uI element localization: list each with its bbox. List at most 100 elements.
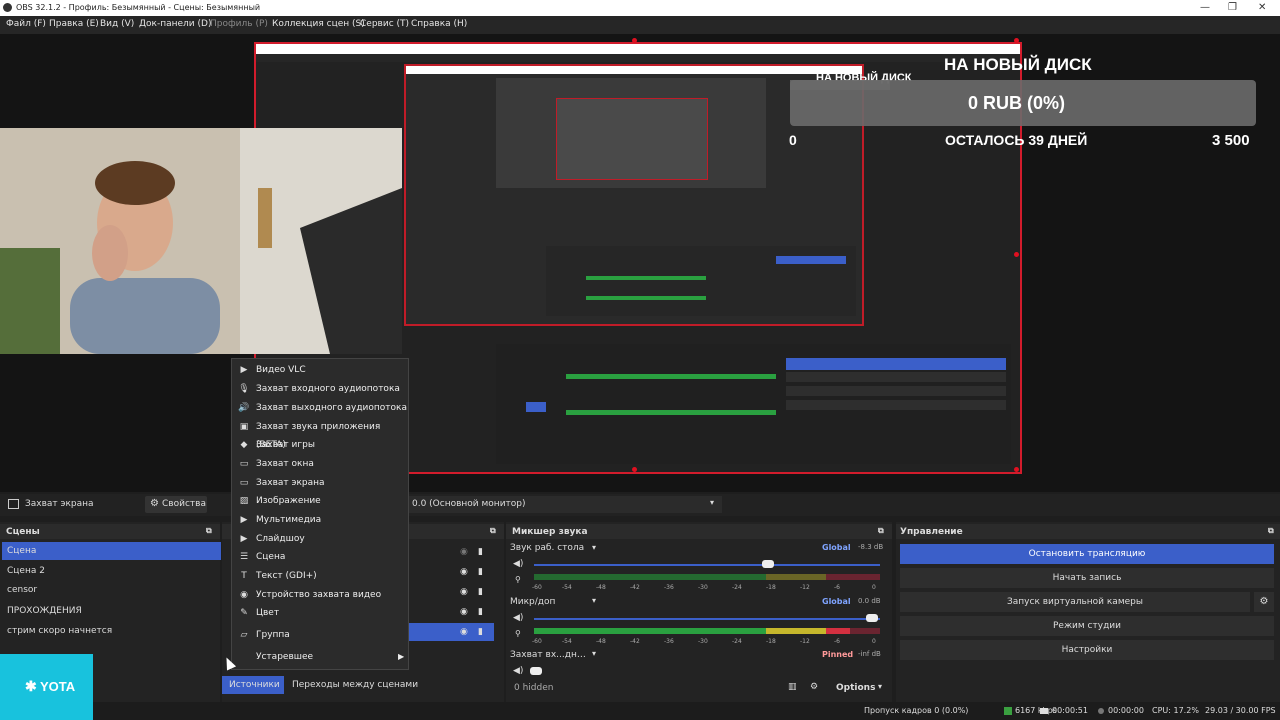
mixer-track-badge[interactable]: Global	[822, 597, 851, 606]
scene-item[interactable]: ПРОХОЖДЕНИЯ	[2, 602, 221, 620]
scene-item[interactable]: стрим скоро начнется	[2, 622, 221, 640]
nested-meter	[586, 276, 706, 280]
menu-item-text[interactable]: T Текст (GDI+)	[232, 567, 408, 585]
menu-item-media[interactable]: ▶ Мультимедиа	[232, 511, 408, 529]
menu-tools[interactable]: Сервис (T)	[360, 19, 409, 29]
eye-icon[interactable]: ◉	[460, 567, 468, 577]
chevron-down-icon[interactable]: ▾	[592, 596, 596, 605]
studio-mode-button[interactable]: Режим студии	[900, 616, 1274, 636]
menu-item-app-audio[interactable]: ▣ Захват звука приложения (BETA)	[232, 418, 408, 450]
window-title: OBS 32.1.2 - Профиль: Безымянный - Сцены…	[16, 3, 261, 12]
lock-icon[interactable]: ▮	[478, 627, 483, 637]
lock-icon[interactable]: ▮	[478, 567, 483, 577]
level-meter-yellow	[766, 574, 826, 580]
settings-button[interactable]: Настройки	[900, 640, 1274, 660]
scale-tick: -48	[596, 584, 606, 591]
volume-slider-handle[interactable]	[866, 614, 878, 622]
menu-item-vlc-video[interactable]: ▶ Видео VLC	[232, 361, 408, 379]
menu-help[interactable]: Справка (H)	[411, 19, 467, 29]
scale-tick: -18	[766, 638, 776, 645]
menu-item-color[interactable]: ✎ Цвет	[232, 604, 408, 622]
tab-scene-transitions[interactable]: Переходы между сценами	[292, 680, 418, 690]
record-icon	[1098, 708, 1104, 714]
scale-tick: -54	[562, 584, 572, 591]
gear-icon[interactable]: ⚙	[810, 682, 818, 692]
menu-item-slideshow[interactable]: ▶ Слайдшоу	[232, 530, 408, 548]
eye-icon[interactable]: ◉	[460, 607, 468, 617]
volume-slider-handle[interactable]	[530, 667, 542, 675]
monitor-icon	[8, 499, 19, 509]
chevron-down-icon[interactable]: ▾	[592, 649, 596, 658]
transform-handle[interactable]	[1014, 467, 1019, 472]
layout-toggle-icon[interactable]: ▥	[788, 682, 797, 692]
menu-item-image[interactable]: ▨ Изображение	[232, 492, 408, 510]
stop-streaming-button[interactable]: Остановить трансляцию	[900, 544, 1274, 564]
scene-item[interactable]: Сцена 2	[2, 562, 221, 580]
lock-icon[interactable]: ▮	[478, 547, 483, 557]
mic-icon: 🎙	[238, 384, 250, 394]
undock-icon[interactable]: ⧉	[490, 526, 496, 536]
nested-docks	[496, 344, 1011, 464]
scale-tick: -60	[532, 638, 542, 645]
mixer-track-badge[interactable]: Pinned	[822, 650, 853, 659]
chevron-down-icon[interactable]: ▾	[592, 543, 596, 552]
volume-slider-track[interactable]	[534, 618, 880, 620]
add-source-context-menu: ▶ Видео VLC 🎙 Захват входного аудиопотока …	[231, 358, 409, 670]
menu-item-video-capture-device[interactable]: ◉ Устройство захвата видео	[232, 586, 408, 604]
speaker-icon[interactable]: ◀)	[513, 559, 523, 569]
eye-icon[interactable]: ◉	[460, 587, 468, 597]
menu-item-scene[interactable]: ☰ Сцена	[232, 548, 408, 566]
undock-icon[interactable]: ⧉	[878, 526, 884, 536]
menu-edit[interactable]: Правка (E)	[49, 19, 99, 29]
mixer-track-badge[interactable]: Global	[822, 543, 851, 552]
scale-tick: 0	[872, 584, 876, 591]
nested-preview-deep	[556, 98, 708, 180]
nested-button	[786, 386, 1006, 396]
minimize-button[interactable]: —	[1200, 2, 1210, 13]
start-recording-button[interactable]: Начать запись	[900, 568, 1274, 588]
undock-icon[interactable]: ⧉	[206, 526, 212, 536]
mixer-menu-icon[interactable]: ⚲	[515, 575, 521, 584]
monitor-select[interactable]: 0.0 (Основной монитор) ▾	[408, 496, 722, 513]
scene-item[interactable]: Сцена	[2, 542, 221, 560]
menu-item-group[interactable]: ▱ Группа	[232, 626, 408, 644]
menu-item-audio-input[interactable]: 🎙 Захват входного аудиопотока	[232, 380, 408, 398]
menu-item-deprecated[interactable]: Устаревшее ▶	[232, 648, 408, 666]
status-bar: Пропуск кадров 0 (0.0%) 6167 kbps 00:00:…	[0, 702, 1280, 720]
eye-icon[interactable]: ◉	[460, 547, 468, 557]
lock-icon[interactable]: ▮	[478, 587, 483, 597]
source-toolbar: Захват экрана ⚙ Свойства 0.0 (Основной м…	[0, 494, 1280, 516]
menu-file[interactable]: Файл (F)	[6, 19, 46, 29]
scenes-title: Сцены	[6, 527, 40, 537]
scene-item[interactable]: censor	[2, 581, 221, 599]
undock-icon[interactable]: ⧉	[1268, 526, 1274, 536]
mixer-menu-icon[interactable]: ⚲	[515, 629, 521, 638]
mixer-options-button[interactable]: Options	[836, 683, 875, 693]
lock-icon[interactable]: ▮	[478, 607, 483, 617]
menu-scene-collection[interactable]: Коллекция сцен (S)	[272, 19, 365, 29]
tab-sources[interactable]: Источники	[222, 676, 284, 694]
transform-handle[interactable]	[632, 38, 637, 43]
menu-view[interactable]: Вид (V)	[100, 19, 134, 29]
transform-handle[interactable]	[632, 467, 637, 472]
volume-slider-handle[interactable]	[762, 560, 774, 568]
menu-item-game-capture[interactable]: ◆ Захват игры	[232, 436, 408, 454]
chevron-down-icon[interactable]: ▾	[878, 682, 882, 691]
menu-item-audio-output[interactable]: 🔊 Захват выходного аудиопотока	[232, 399, 408, 417]
volume-slider-track[interactable]	[534, 564, 880, 566]
menu-item-screen-capture[interactable]: ▭ Захват экрана	[232, 474, 408, 492]
virtual-camera-settings-button[interactable]: ⚙	[1254, 592, 1274, 612]
menu-profile[interactable]: Профиль (P)	[210, 19, 268, 29]
level-meter-red	[826, 628, 850, 634]
start-virtual-camera-button[interactable]: Запуск виртуальной камеры	[900, 592, 1250, 612]
speaker-icon[interactable]: ◀)	[513, 613, 523, 623]
properties-button[interactable]: ⚙ Свойства	[145, 496, 207, 513]
transform-handle[interactable]	[1014, 252, 1019, 257]
maximize-button[interactable]: ❐	[1228, 2, 1237, 13]
transform-handle[interactable]	[1014, 38, 1019, 43]
speaker-icon[interactable]: ◀)	[513, 666, 523, 676]
close-button[interactable]: ✕	[1258, 2, 1266, 13]
menu-item-window-capture[interactable]: ▭ Захват окна	[232, 455, 408, 473]
eye-icon[interactable]: ◉	[460, 627, 468, 637]
menu-docks[interactable]: Док-панели (D)	[139, 19, 211, 29]
